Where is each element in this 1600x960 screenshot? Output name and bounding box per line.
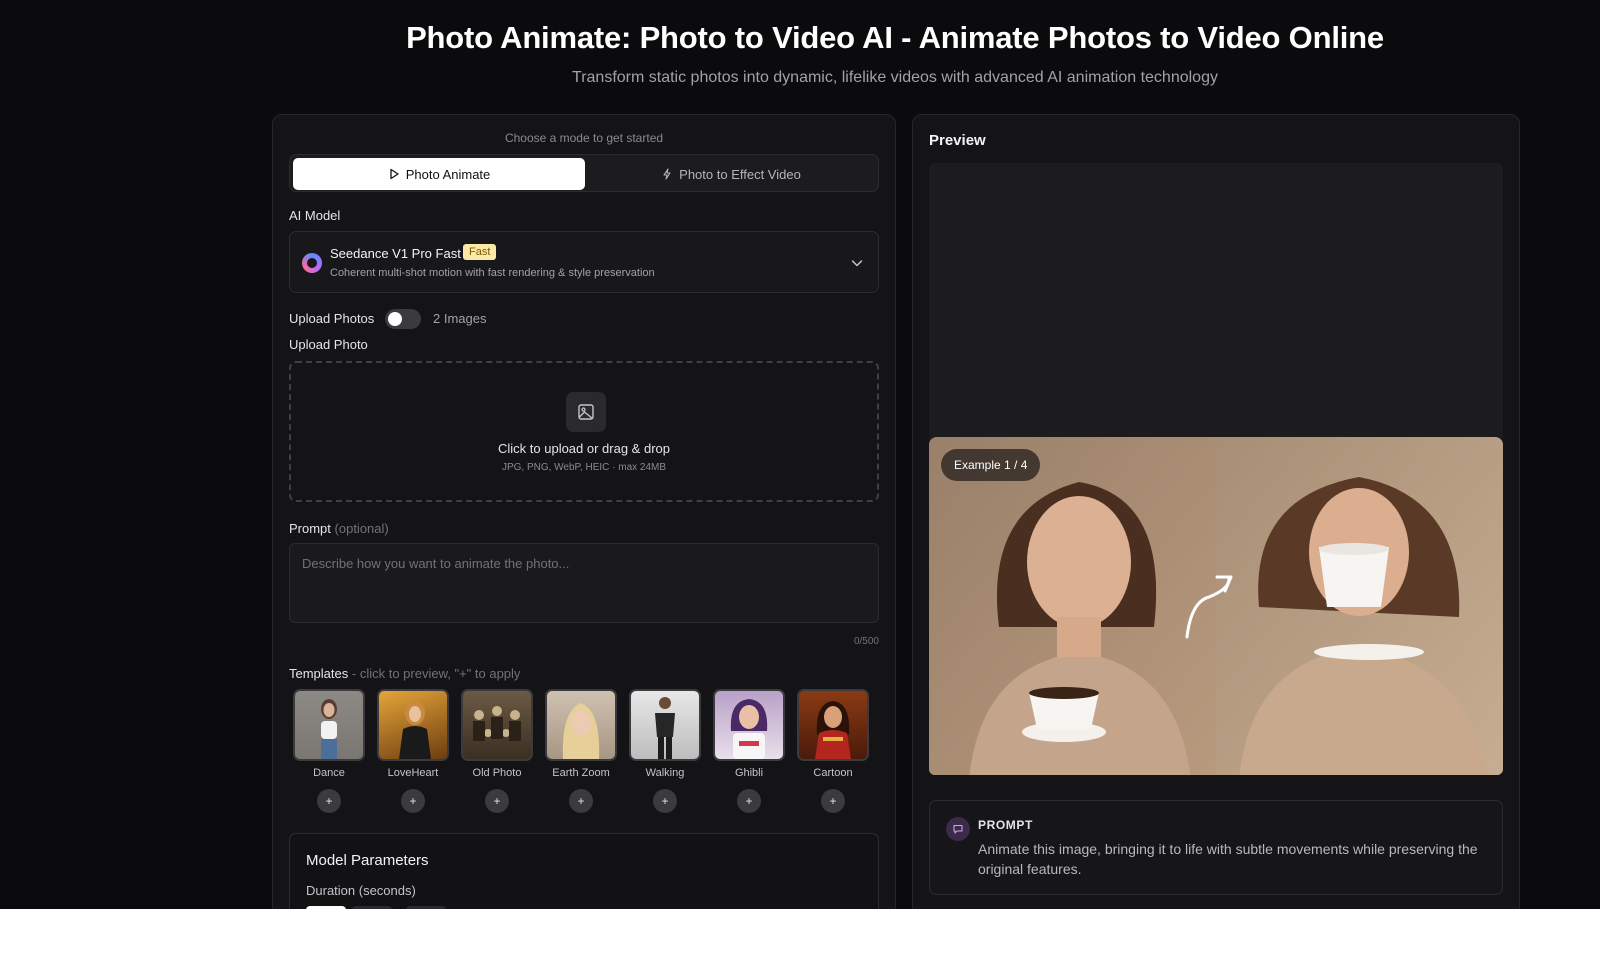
model-parameters-title: Model Parameters: [306, 852, 429, 869]
upload-photo-label: Upload Photo: [289, 337, 368, 352]
example-prompt-label: PROMPT: [978, 818, 1033, 832]
prompt-label: Prompt (optional): [289, 521, 389, 536]
upload-photos-label: Upload Photos: [289, 311, 375, 326]
templates-hint: - click to preview, "+" to apply: [351, 666, 521, 681]
preview-panel: Preview Example 1 / 4 PROMPT Animate thi…: [912, 114, 1520, 909]
prompt-label-text: Prompt: [289, 521, 331, 536]
upload-instruction: Click to upload or drag & drop: [498, 441, 670, 456]
upload-formats: JPG, PNG, WebP, HEIC · max 24MB: [501, 462, 667, 473]
template-apply-button[interactable]: +: [485, 789, 509, 813]
image-icon: [566, 392, 606, 432]
template-apply-button[interactable]: +: [653, 789, 677, 813]
model-badge: Fast: [463, 244, 497, 260]
template-apply-button[interactable]: +: [401, 789, 425, 813]
mode-label: Photo to Effect Video: [679, 166, 801, 182]
mode-label: Photo Animate: [405, 166, 491, 182]
template-name: Cartoon: [813, 767, 853, 779]
template-ghibli: Ghibli +: [713, 689, 785, 821]
template-loveheart: LoveHeart +: [377, 689, 449, 821]
template-apply-button[interactable]: +: [569, 789, 593, 813]
model-description: Coherent multi-shot motion with fast ren…: [330, 267, 655, 279]
mode-effect-video-button[interactable]: Photo to Effect Video: [585, 158, 877, 190]
prompt-optional: (optional): [334, 521, 389, 536]
template-thumbnail[interactable]: [293, 689, 365, 761]
template-name: Walking: [645, 767, 685, 779]
play-icon: [390, 168, 399, 180]
example-counter-badge: Example 1 / 4: [941, 449, 1041, 481]
duration-label: Duration (seconds): [306, 883, 416, 898]
prompt-input[interactable]: [289, 543, 879, 623]
template-apply-button[interactable]: +: [821, 789, 845, 813]
template-thumbnail[interactable]: [629, 689, 701, 761]
example-photo-illustration: [929, 437, 1503, 775]
prompt-char-counter: 0/500: [853, 636, 879, 647]
mode-hint: Choose a mode to get started: [504, 131, 664, 145]
template-name: Earth Zoom: [552, 767, 610, 779]
template-thumbnail[interactable]: [545, 689, 617, 761]
page: Photo Animate: Photo to Video AI - Anima…: [0, 0, 1600, 909]
template-thumbnail[interactable]: [377, 689, 449, 761]
template-thumbnail[interactable]: [797, 689, 869, 761]
model-name: Seedance V1 Pro Fast: [330, 246, 461, 261]
template-name: Dance: [313, 767, 345, 779]
template-thumbnail[interactable]: [713, 689, 785, 761]
template-dance: Dance +: [293, 689, 365, 821]
template-thumbnail[interactable]: [461, 689, 533, 761]
mode-photo-animate-button[interactable]: Photo Animate: [293, 158, 585, 190]
duration-option[interactable]: [306, 906, 346, 909]
templates-label-text: Templates: [289, 666, 349, 681]
example-prompt-card: PROMPT Animate this image, bringing it t…: [929, 800, 1503, 895]
template-earth-zoom: Earth Zoom +: [545, 689, 617, 821]
preview-area: Example 1 / 4: [929, 163, 1503, 775]
template-old-photo: Old Photo +: [461, 689, 533, 821]
generator-panel: Choose a mode to get started Photo Anima…: [272, 114, 896, 909]
template-walking: Walking +: [629, 689, 701, 821]
template-name: LoveHeart: [387, 767, 439, 779]
ai-model-label: AI Model: [289, 208, 341, 223]
template-cartoon: Cartoon +: [797, 689, 869, 821]
chat-icon: [946, 817, 970, 841]
page-subtitle: Transform static photos into dynamic, li…: [572, 69, 1218, 86]
two-images-label: 2 Images: [433, 311, 487, 326]
template-apply-button[interactable]: +: [317, 789, 341, 813]
model-logo-icon: [302, 253, 322, 273]
preview-title: Preview: [929, 132, 986, 149]
ai-model-select[interactable]: Seedance V1 Pro Fast Fast Coherent multi…: [289, 231, 879, 293]
example-image[interactable]: Example 1 / 4: [929, 437, 1503, 775]
chevron-down-icon: [851, 260, 863, 267]
template-apply-button[interactable]: +: [737, 789, 761, 813]
mode-switch: Photo Animate Photo to Effect Video: [289, 154, 879, 192]
example-prompt-text: Animate this image, bringing it to life …: [978, 841, 1478, 877]
templates-label: Templates - click to preview, "+" to app…: [289, 666, 520, 681]
page-title: Photo Animate: Photo to Video AI - Anima…: [406, 20, 1384, 55]
template-name: Old Photo: [472, 767, 522, 779]
template-name: Ghibli: [734, 767, 764, 779]
sparkle-icon: [663, 168, 671, 180]
duration-option[interactable]: [406, 906, 446, 909]
duration-option[interactable]: [352, 906, 392, 909]
model-parameters-panel: Model Parameters Duration (seconds): [289, 833, 879, 909]
upload-dropzone[interactable]: Click to upload or drag & drop JPG, PNG,…: [289, 361, 879, 502]
multi-image-toggle[interactable]: [385, 309, 421, 329]
